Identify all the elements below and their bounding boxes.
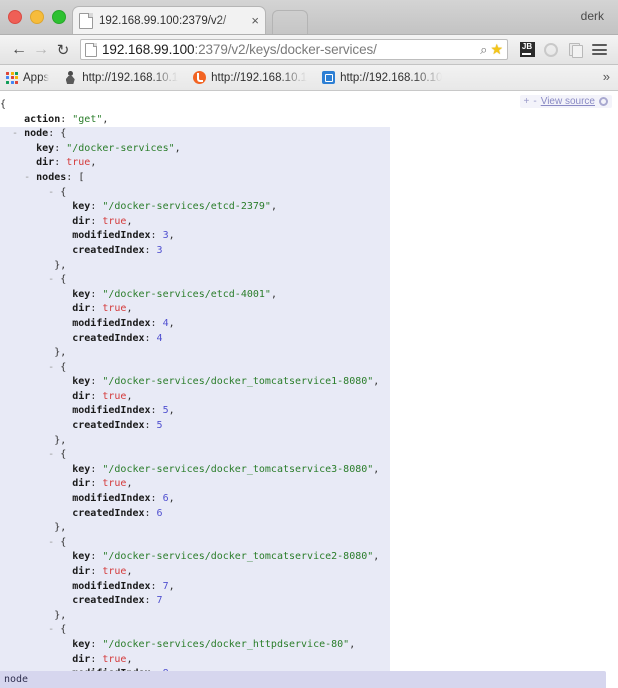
collapse-all-button[interactable]: - (533, 96, 536, 107)
page-icon (79, 12, 93, 29)
maximize-window-button[interactable] (52, 10, 66, 24)
expand-all-button[interactable]: + (524, 96, 530, 107)
bookmark-label: http://192.168.10.10 (340, 71, 443, 84)
close-tab-button[interactable]: × (251, 14, 259, 27)
bookmark-item[interactable]: http://192.168.10.1 (63, 71, 178, 85)
json-viewer: { action: "get", - node: { key: "/docker… (0, 98, 390, 688)
close-window-button[interactable] (8, 10, 22, 24)
bookmark-label: http://192.168.10.1 (82, 71, 179, 84)
reload-button[interactable]: ↻ (52, 39, 74, 61)
window-controls (8, 10, 66, 24)
pages-extension-icon[interactable] (564, 39, 586, 61)
back-button[interactable]: ← (8, 39, 30, 61)
status-bar-text: node (4, 674, 29, 685)
minimize-window-button[interactable] (30, 10, 44, 24)
bookmark-apps-label: Apps (23, 71, 50, 84)
ring-extension-icon[interactable] (540, 39, 562, 61)
view-source-link[interactable]: View source (541, 96, 595, 107)
jetbrains-extension-icon[interactable]: JB (516, 39, 538, 61)
url-host: 192.168.99.100 (102, 42, 195, 57)
forward-button[interactable]: → (30, 39, 52, 61)
profile-name-label[interactable]: derk (581, 9, 604, 23)
jenkins-icon (63, 71, 77, 85)
bookmark-item[interactable]: http://192.168.10.10 (321, 71, 442, 85)
bookmarks-overflow-button[interactable]: » (603, 69, 610, 84)
bookmark-apps[interactable]: Apps (6, 71, 50, 84)
page-icon (85, 42, 97, 57)
bookmarks-bar: Apps http://192.168.10.1 http://192.168.… (0, 65, 618, 91)
browser-window: 192.168.99.100:2379/v2/ × derk ← → ↻ 192… (0, 0, 618, 688)
options-gear-icon[interactable] (599, 97, 608, 106)
search-icon[interactable]: ⌕ (480, 42, 487, 58)
tab-strip: 192.168.99.100:2379/v2/ × derk (0, 0, 618, 35)
chrome-menu-icon[interactable] (588, 39, 610, 61)
tab-title: 192.168.99.100:2379/v2/ (99, 14, 227, 27)
bookmark-item[interactable]: http://192.168.10.1 (192, 71, 307, 85)
status-bar: node (0, 671, 606, 688)
url-path: :2379/v2/keys/docker-services/ (194, 42, 377, 57)
browser-tab[interactable]: 192.168.99.100:2379/v2/ × (72, 6, 266, 34)
address-bar[interactable]: 192.168.99.100:2379/v2/keys/docker-servi… (80, 39, 508, 60)
blue-square-icon (321, 71, 335, 85)
apps-grid-icon (6, 71, 18, 84)
jsonview-toolbar: + - View source (519, 95, 612, 108)
bookmark-label: http://192.168.10.1 (211, 71, 308, 84)
page-content: + - View source { action: "get", - node:… (0, 92, 618, 688)
new-tab-button[interactable] (272, 10, 308, 34)
url-text: 192.168.99.100:2379/v2/keys/docker-servi… (102, 42, 478, 57)
bookmark-star-icon[interactable]: ★ (490, 41, 503, 58)
orange-circle-icon (192, 71, 206, 85)
browser-toolbar: ← → ↻ 192.168.99.100:2379/v2/keys/docker… (0, 35, 618, 65)
jetbrains-extension-label: JB (519, 42, 535, 57)
